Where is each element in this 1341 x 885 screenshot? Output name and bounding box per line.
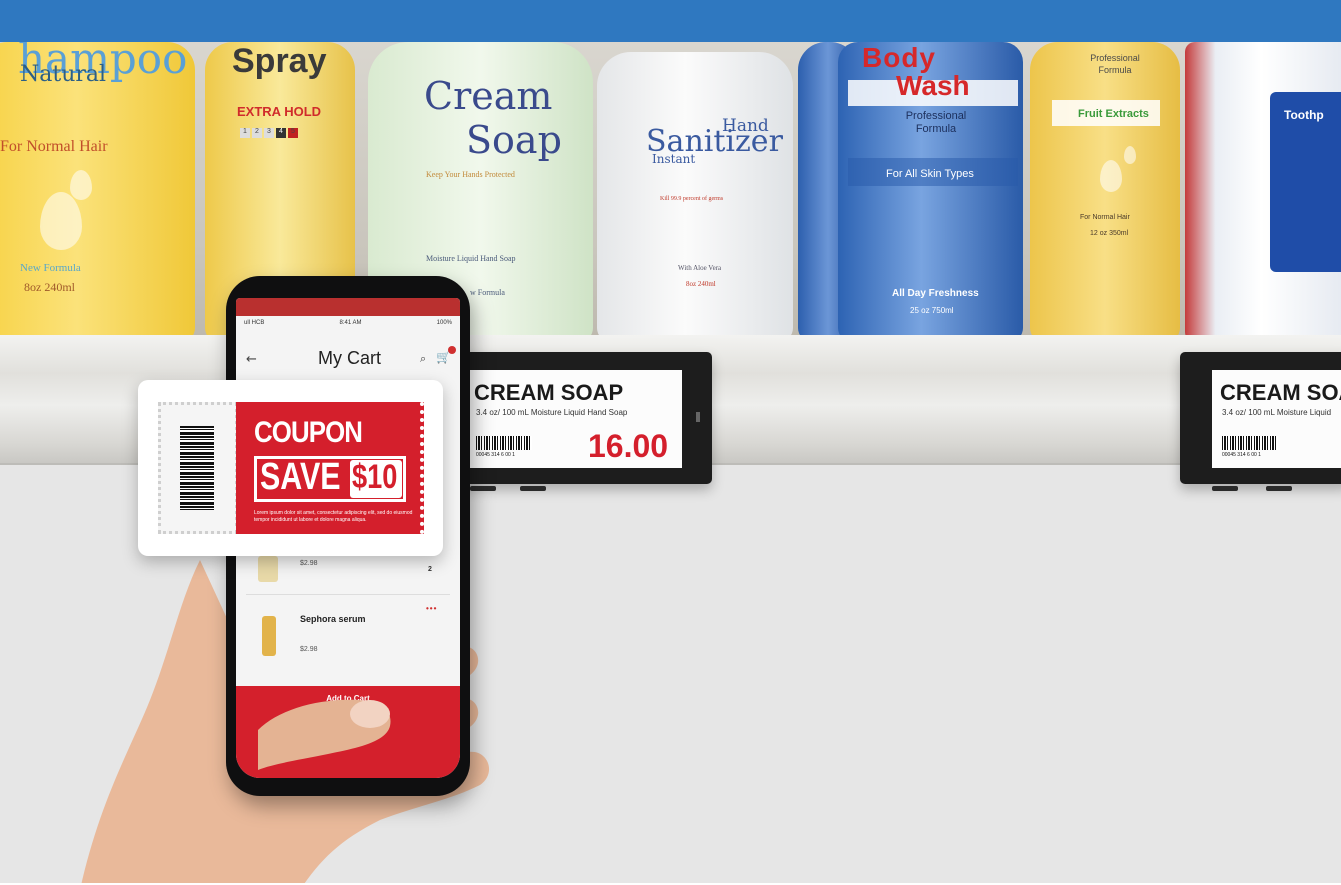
coupon-amount: $10 (352, 458, 398, 496)
hold-level: 2 (252, 128, 262, 138)
yellow-bottle-hair: For Normal Hair (1080, 214, 1130, 221)
body-wash-skin: For All Skin Types (886, 168, 974, 180)
clock: 8:41 AM (339, 320, 362, 326)
save-word: SAVE (260, 456, 341, 498)
spray-hold: EXTRA HOLD (237, 104, 322, 119)
more-options-icon[interactable]: ••• (426, 604, 437, 613)
phone-status-bar: ull HCB 8:41 AM 100% (236, 316, 460, 330)
shampoo-formula: New Formula (20, 262, 81, 274)
body-wash-formula: Professional Formula (905, 110, 967, 135)
product-shelf: hampoo Natural For Normal Hair New Formu… (0, 42, 1341, 342)
page-title: My Cart (318, 348, 381, 368)
tag-barcode (1222, 436, 1278, 450)
sanitizer-claim: Kill 99.9 percent of germs (660, 196, 724, 202)
shampoo-subtitle: Natural (20, 62, 107, 87)
sanitizer-hand: Hand (722, 116, 769, 136)
row-divider (246, 594, 450, 595)
cream-soap-formula: w Formula (470, 288, 505, 297)
shelf-price-tag-right: CREAM SOA 3.4 oz/ 100 mL Moisture Liquid… (1180, 352, 1341, 484)
hold-level: 5 (288, 128, 298, 138)
row-product-name: Sephora serum (300, 614, 366, 624)
cream-soap-title-line2: Soap (466, 118, 562, 162)
tag-indicator-led (696, 412, 700, 422)
row-price: $2.98 (300, 560, 318, 567)
tag-product-title: CREAM SOA (1220, 380, 1341, 405)
product-thumbnail (258, 556, 278, 582)
product-thumbnail (262, 616, 276, 656)
thumb (258, 699, 391, 770)
water-drop-icon (1100, 160, 1122, 192)
sanitizer-instant: Instant (652, 152, 696, 166)
tag-price: 16.00 (588, 428, 669, 464)
signal-label: ull HCB (244, 320, 265, 326)
tag-product-title: CREAM SOAP (474, 380, 624, 405)
tag-clip (1266, 486, 1292, 491)
shampoo-bottle (0, 42, 195, 342)
tag-clip (470, 486, 496, 491)
yellow-bottle-formula: Professional Formula (1090, 53, 1140, 75)
coupon-barcode (180, 426, 214, 510)
hold-level-scale: 1 2 3 4 5 (240, 128, 298, 138)
tag-barcode-number: 00045 314 6 00 1 (476, 452, 515, 458)
sanitizer-size: 8oz 240ml (686, 280, 716, 288)
row-quantity[interactable]: 2 (428, 566, 432, 573)
hold-level: 1 (240, 128, 250, 138)
top-blue-band (0, 0, 1341, 42)
shampoo-size: 8oz 240ml (24, 280, 75, 294)
yellow-bottle-size: 12 oz 350ml (1090, 230, 1129, 237)
shelf-price-tag: CREAM SOAP 3.4 oz/ 100 mL Moisture Liqui… (462, 352, 712, 484)
tag-clip (520, 486, 546, 491)
water-drop-icon (70, 170, 92, 200)
sanitizer-aloe: With Aloe Vera (678, 264, 722, 272)
back-arrow-icon[interactable]: ← (246, 352, 257, 367)
body-wash-fresh: All Day Freshness (892, 288, 979, 299)
tag-product-desc: 3.4 oz/ 100 mL Moisture Liquid (1222, 408, 1332, 417)
body-wash-size: 25 oz 750ml (910, 306, 954, 315)
cream-soap-title-line1: Cream (424, 74, 553, 118)
tag-product-desc: 3.4 oz/ 100 mL Moisture Liquid Hand Soap (476, 408, 628, 417)
toothpaste-title: Toothp (1284, 108, 1324, 122)
battery-label: 100% (436, 320, 452, 326)
cream-soap-desc: Moisture Liquid Hand Soap (426, 254, 516, 263)
hold-level: 4 (276, 128, 286, 138)
spray-title: Spray (232, 42, 327, 80)
coupon-word: COUPON (254, 416, 363, 449)
cart-badge (448, 346, 456, 354)
cream-soap-tagline: Keep Your Hands Protected (426, 170, 515, 179)
yellow-bottle (1030, 42, 1180, 342)
phone-status-band (236, 298, 460, 316)
body-wash-title-line2: Wash (896, 70, 970, 101)
shampoo-tagline: For Normal Hair (0, 138, 108, 155)
coupon-fine-print: Lorem ipsum dolor sit amet, consectetur … (254, 510, 413, 523)
tag-clip (1212, 486, 1238, 491)
water-drop-icon (1124, 146, 1136, 164)
tag-barcode (476, 436, 532, 450)
row-price: $2.98 (300, 646, 318, 653)
tag-barcode-number: 00045 314 6 00 1 (1222, 452, 1261, 458)
search-icon[interactable]: ⌕ (420, 352, 426, 366)
yellow-bottle-extracts: Fruit Extracts (1078, 108, 1149, 120)
hold-level: 3 (264, 128, 274, 138)
